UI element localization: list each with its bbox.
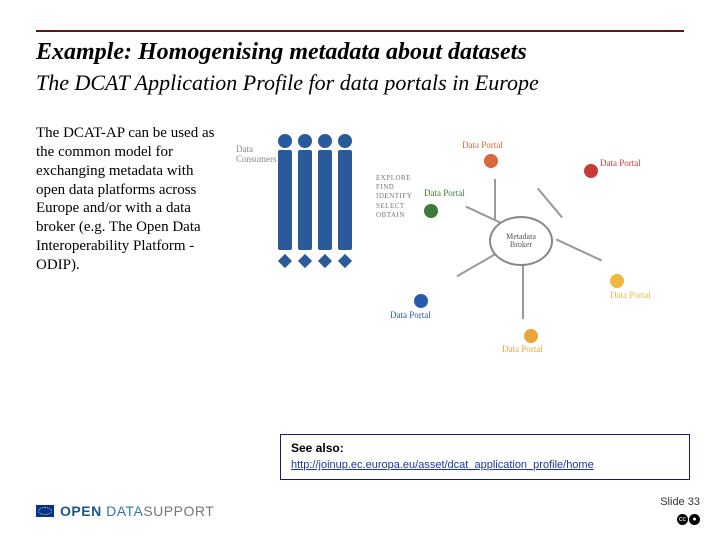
- logo-data: DATA: [106, 503, 143, 519]
- portal-label: Data Portal: [600, 158, 641, 168]
- see-also-link[interactable]: http://joinup.ec.europa.eu/asset/dcat_ap…: [291, 459, 594, 471]
- portal-node: [414, 294, 428, 308]
- body-text: The DCAT-AP can be used as the common mo…: [36, 124, 216, 354]
- slide-subtitle: The DCAT Application Profile for data po…: [36, 69, 684, 97]
- see-also-title: See also:: [291, 441, 679, 455]
- consumer-bar: [278, 134, 292, 266]
- broker-label: Metadata Broker: [506, 233, 536, 251]
- eu-flag-icon: [36, 505, 54, 517]
- logo-support: SUPPORT: [143, 503, 214, 519]
- title-rule: [36, 30, 684, 32]
- body-row: The DCAT-AP can be used as the common mo…: [36, 124, 684, 354]
- logo: OPEN DATASUPPORT: [36, 503, 214, 519]
- cc-license-icon: cc●: [677, 514, 700, 525]
- portal-label: Data Portal: [390, 310, 431, 320]
- portal-label: Data Portal: [502, 344, 543, 354]
- spoke: [556, 239, 602, 262]
- slide-title: Example: Homogenising metadata about dat…: [36, 38, 684, 67]
- spoke: [522, 264, 524, 319]
- spoke: [457, 253, 497, 277]
- spoke: [494, 179, 496, 219]
- portal-node: [424, 204, 438, 218]
- logo-open: OPEN: [60, 503, 106, 519]
- portal-node: [610, 274, 624, 288]
- see-also-box: See also: http://joinup.ec.europa.eu/ass…: [280, 434, 690, 480]
- consumer-bars: [278, 134, 352, 266]
- logo-text: OPEN DATASUPPORT: [60, 503, 214, 519]
- spoke: [465, 206, 502, 225]
- consumers-label: Data Consumers: [236, 144, 277, 164]
- portal-label: Data Portal: [462, 140, 503, 150]
- diagram: Data Consumers EXPLORE FIND IDENTIFY SEL…: [236, 124, 684, 354]
- portal-node: [584, 164, 598, 178]
- consumer-bar: [338, 134, 352, 266]
- portal-label: Data Portal: [610, 290, 651, 300]
- portal-label: Data Portal: [424, 188, 465, 198]
- slide-number: Slide 33: [660, 496, 700, 508]
- consumer-bar: [318, 134, 332, 266]
- footer-right: Slide 33 cc●: [660, 496, 700, 526]
- broker-center: Metadata Broker: [489, 216, 553, 266]
- portal-node: [524, 329, 538, 343]
- broker-diagram: Metadata Broker Data PortalData PortalDa…: [394, 144, 644, 344]
- portal-node: [484, 154, 498, 168]
- footer: OPEN DATASUPPORT Slide 33 cc●: [36, 496, 700, 526]
- consumer-bar: [298, 134, 312, 266]
- spoke: [537, 188, 563, 218]
- slide: Example: Homogenising metadata about dat…: [0, 0, 720, 540]
